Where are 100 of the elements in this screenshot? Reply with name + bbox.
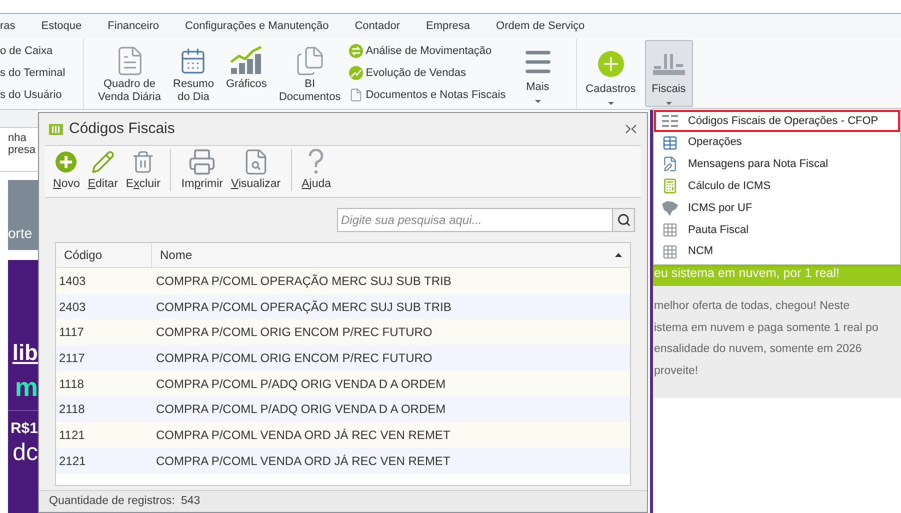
column-header[interactable]: Nome — [152, 243, 630, 267]
dropdown-item[interactable]: Cálculo de ICMS — [654, 175, 900, 198]
search-button[interactable] — [613, 208, 635, 232]
ribbon-link[interactable]: o de Caixa — [0, 43, 83, 59]
toolbar-button[interactable]: Imprimir — [177, 148, 227, 193]
pencil-icon — [90, 150, 115, 174]
table-cell-text: COMPRA P/COML P/ADQ ORIG VENDA D A ORDEM — [155, 401, 447, 418]
table-row[interactable]: 2403 COMPRA P/COML OPERAÇÃO MERC SUJ SUB TRIB — [56, 294, 630, 320]
growth-icon — [348, 66, 363, 80]
caret-icon — [608, 102, 614, 106]
grid-icon — [662, 222, 678, 238]
caret-icon — [666, 102, 672, 106]
dropdown-item[interactable]: ICMS por UF — [654, 197, 900, 219]
number-list-icon — [662, 114, 678, 128]
dropdown-item[interactable]: NCM — [654, 240, 900, 263]
table-cell-text: COMPRA P/COML ORIG ENCOM P/REC FUTURO — [155, 324, 434, 342]
side-label: presa — [8, 144, 37, 156]
banner-title: eu sistema em nuvem, por 1 real! — [654, 265, 840, 282]
record-count: 543 — [180, 494, 200, 509]
menu-item[interactable]: Estoque — [41, 18, 82, 34]
ribbon-button[interactable]: BI Documentos — [276, 44, 343, 109]
dropdown-item[interactable]: Códigos Fiscais de Operações - CFOP — [654, 110, 900, 132]
exchange-icon — [348, 44, 363, 58]
table-cell-text: 2117 — [58, 350, 86, 367]
table-row[interactable]: 1121 COMPRA P/COML VENDA ORD JÁ REC VEN REMET — [56, 422, 630, 448]
record-count-label: Quantidade de registros: — [49, 494, 175, 509]
ribbon-button[interactable]: Gráficos — [224, 44, 269, 109]
side-label: nha — [8, 132, 28, 144]
table-row[interactable]: 1403 COMPRA P/COML OPERAÇÃO MERC SUJ SUB TRIB — [56, 268, 630, 294]
toolbar-button[interactable]: Excluir — [122, 148, 164, 193]
ribbon-link[interactable]: s do Terminal — [0, 65, 83, 81]
support-label: orte — [8, 224, 32, 243]
window-title: Códigos Fiscais — [69, 118, 176, 139]
table-cell-text: COMPRA P/COML OPERAÇÃO MERC SUJ SUB TRIB — [155, 298, 452, 316]
table-cell-text: 2118 — [58, 401, 86, 418]
promo-line: ensalidade do nuvem, somente em 2026 — [653, 342, 863, 357]
document-pen-icon — [662, 156, 678, 172]
menu-item[interactable]: ras — [0, 18, 16, 34]
plus-circle-icon — [596, 50, 625, 78]
table-cell-text: COMPRA P/COML VENDA ORD JÁ REC VEN REMET — [155, 452, 452, 470]
menu-item[interactable]: Ordem de Serviço — [496, 18, 585, 34]
table-icon — [662, 134, 678, 151]
table-cell-text: 2403 — [58, 298, 87, 316]
search-icon — [616, 213, 630, 227]
dropdown-item[interactable]: Operações — [654, 132, 900, 154]
table-cell-text: 1118 — [58, 376, 85, 393]
restore-icon[interactable] — [625, 124, 637, 134]
ribbon-list-item[interactable]: Documentos e Notas Fiscais — [348, 86, 506, 104]
toolbar-button[interactable]: Editar — [84, 148, 122, 193]
ribbon-menu-button[interactable]: Mais — [514, 38, 562, 109]
promo-text: dc — [12, 439, 38, 467]
table-cell-text: COMPRA P/COML ORIG ENCOM P/REC FUTURO — [155, 350, 434, 367]
table-cell-text: COMPRA P/COML P/ADQ ORIG VENDA D A ORDEM — [155, 376, 447, 393]
bars-icon — [652, 52, 686, 76]
table-row[interactable]: 1118 COMPRA P/COML P/ADQ ORIG VENDA D A ORDEM — [56, 370, 630, 396]
table-cell-text: 2121 — [58, 452, 87, 470]
map-icon — [661, 200, 679, 216]
column-header[interactable]: Código — [56, 243, 152, 267]
toolbar-button[interactable]: Ajuda — [298, 148, 336, 193]
bar-chart-icon — [229, 46, 264, 76]
ribbon-menu-button[interactable]: Fiscais — [644, 40, 693, 107]
toolbar-button[interactable]: Novo — [49, 148, 84, 193]
table-row[interactable]: 2121 COMPRA P/COML VENDA ORD JÁ REC VEN REMET — [56, 448, 630, 474]
menu-item[interactable]: Configurações e Manutenção — [185, 18, 329, 34]
table-row[interactable]: 1117 COMPRA P/COML ORIG ENCOM P/REC FUTURO — [56, 319, 630, 346]
printer-icon — [188, 148, 216, 176]
help-icon — [308, 148, 324, 175]
ribbon-list-item[interactable]: Análise de Movimentação — [348, 42, 506, 60]
table-row[interactable]: 2117 COMPRA P/COML ORIG ENCOM P/REC FUTURO — [56, 345, 630, 371]
menu-item[interactable]: Contador — [354, 18, 400, 34]
ribbon-link[interactable]: s do Usuário — [0, 87, 83, 103]
promo-price: R$1 — [10, 419, 38, 439]
grid-icon — [662, 244, 678, 260]
ribbon-list-item[interactable]: Evolução de Vendas — [348, 64, 506, 82]
calendar-icon — [179, 47, 208, 75]
page-icon — [348, 88, 363, 102]
window-icon — [49, 124, 63, 134]
toolbar-button[interactable]: Visualizar — [226, 148, 285, 193]
search-field[interactable]: Digite sua pesquisa aqui... — [337, 208, 613, 232]
ribbon-button[interactable]: Resumo do Dia — [171, 44, 216, 109]
menu-item[interactable]: Financeiro — [108, 18, 160, 34]
table-cell-text: 1403 — [58, 272, 87, 290]
table-cell-text: 1121 — [58, 426, 86, 444]
trash-icon — [131, 150, 156, 174]
ribbon-menu-button[interactable]: Cadastros — [586, 40, 635, 107]
ribbon-button[interactable]: Quadro de Venda Diária — [96, 44, 163, 109]
dropdown-item[interactable]: Pauta Fiscal — [654, 218, 900, 241]
menu-item[interactable]: Empresa — [426, 18, 470, 34]
promo-line: melhor oferta de todas, chegou! Neste — [653, 299, 851, 314]
table-cell-text: COMPRA P/COML OPERAÇÃO MERC SUJ SUB TRIB — [155, 272, 452, 290]
promo-link[interactable]: lib — [12, 340, 38, 366]
promo-line: istema em nuvem e paga somente 1 real po — [653, 320, 880, 336]
table-row[interactable]: 2118 COMPRA P/COML P/ADQ ORIG VENDA D A ORDEM — [56, 396, 630, 422]
table-cell-text: 1117 — [58, 324, 85, 342]
promo-accent: m — [14, 372, 38, 402]
caret-icon — [534, 100, 541, 104]
plus-circle-icon — [55, 150, 78, 173]
promo-line: proveite! — [653, 364, 700, 378]
sort-icon — [615, 253, 622, 257]
dropdown-item[interactable]: Mensagens para Nota Fiscal — [654, 154, 900, 176]
